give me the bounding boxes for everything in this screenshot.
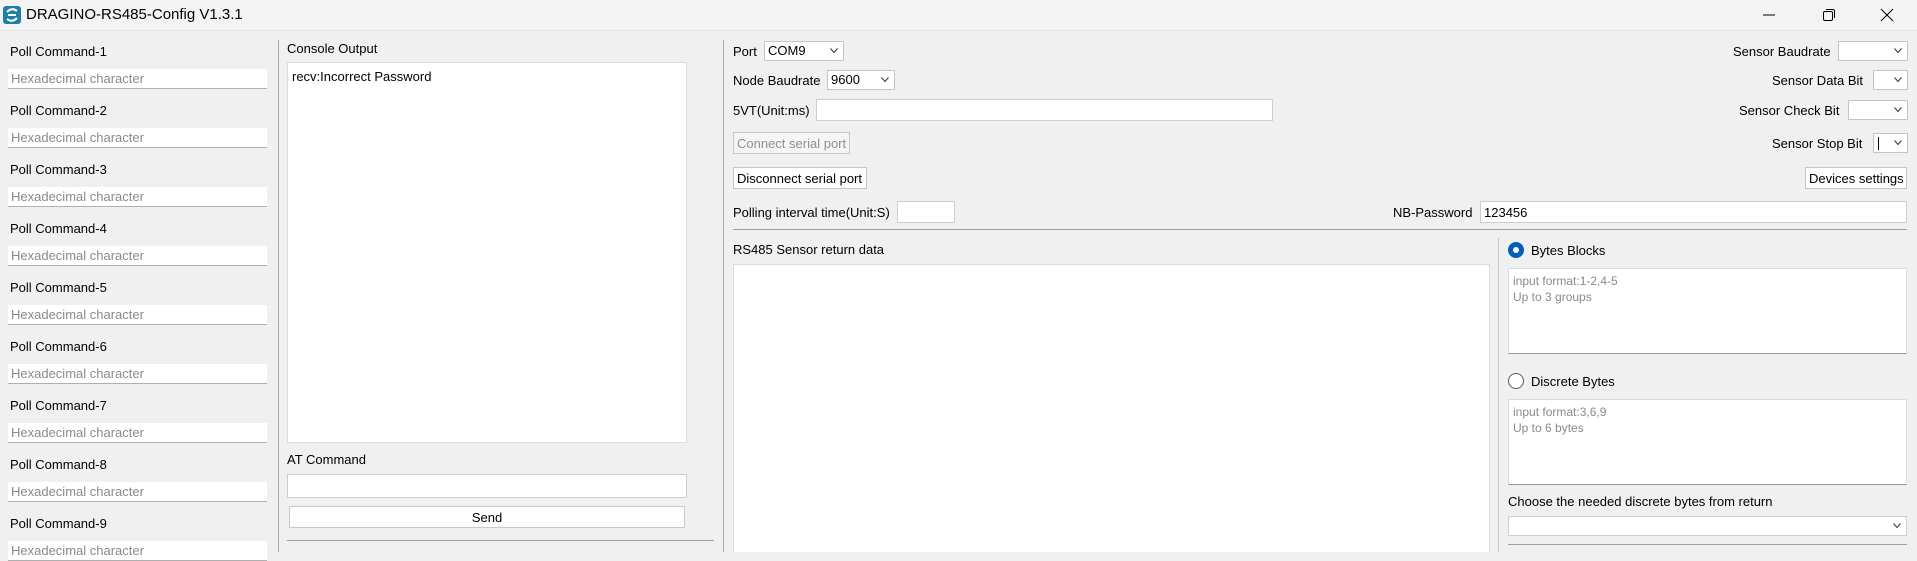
poll-command-5-label: Poll Command-5: [10, 280, 107, 295]
restore-button[interactable]: [1802, 0, 1856, 30]
console-output-box[interactable]: recv:Incorrect Password: [287, 62, 687, 443]
rs485-return-title: RS485 Sensor return data: [733, 242, 885, 257]
console-output-title: Console Output: [287, 41, 378, 56]
discrete-bytes-input[interactable]: input format:3,6,9 Up to 6 bytes: [1508, 399, 1907, 485]
poll-command-6-input[interactable]: [8, 364, 267, 384]
bytes-divider: [1498, 238, 1499, 552]
window-title: DRAGINO-RS485-Config V1.3.1: [26, 6, 243, 23]
chevron-down-icon: [830, 48, 838, 54]
chevron-down-icon: [881, 77, 889, 83]
port-value: COM9: [768, 43, 806, 58]
bytes-blocks-input[interactable]: input format:1-2,4-5 Up to 3 groups: [1508, 268, 1907, 354]
at-command-input[interactable]: [287, 474, 687, 498]
poll-command-1-label: Poll Command-1: [10, 44, 107, 59]
polling-interval-label: Polling interval time(Unit:S): [733, 205, 890, 220]
poll-command-8-label: Poll Command-8: [10, 457, 107, 472]
sensor-baudrate-select[interactable]: [1838, 41, 1908, 61]
discrete-bytes-radio[interactable]: [1508, 373, 1524, 389]
5vt-label: 5VT(Unit:ms): [733, 103, 810, 118]
nb-password-label: NB-Password: [1393, 205, 1473, 220]
restore-icon: [1823, 9, 1835, 21]
left-divider: [278, 40, 279, 552]
title-bar: DRAGINO-RS485-Config V1.3.1: [0, 0, 1917, 31]
bytes-blocks-radio[interactable]: [1508, 242, 1524, 258]
poll-command-5-input[interactable]: [8, 305, 267, 325]
send-button[interactable]: Send: [289, 506, 685, 528]
at-command-label: AT Command: [287, 452, 366, 467]
poll-command-4-label: Poll Command-4: [10, 221, 107, 236]
chevron-down-icon: [1893, 523, 1901, 529]
console-output-text: recv:Incorrect Password: [292, 69, 432, 84]
text-cursor: [1878, 137, 1879, 150]
connect-serial-port-button[interactable]: Connect serial port: [733, 132, 850, 154]
node-baudrate-label: Node Baudrate: [733, 73, 821, 88]
poll-command-6-label: Poll Command-6: [10, 339, 107, 354]
disconnect-serial-port-button[interactable]: Disconnect serial port: [733, 167, 867, 189]
poll-command-3-label: Poll Command-3: [10, 162, 107, 177]
sensor-baudrate-label: Sensor Baudrate: [1733, 44, 1831, 59]
poll-command-4-input[interactable]: [8, 246, 267, 266]
minimize-button[interactable]: [1742, 0, 1796, 30]
close-button[interactable]: [1860, 0, 1914, 30]
nb-password-input[interactable]: 123456: [1480, 201, 1907, 223]
dragino-logo-icon: [3, 6, 21, 24]
sensor-data-bit-label: Sensor Data Bit: [1772, 73, 1864, 88]
poll-command-7-input[interactable]: [8, 423, 267, 443]
poll-command-2-input[interactable]: [8, 128, 267, 148]
node-baudrate-value: 9600: [831, 72, 860, 87]
bytes-blocks-label: Bytes Blocks: [1531, 243, 1606, 258]
port-label: Port: [733, 44, 757, 59]
middle-divider: [723, 40, 724, 552]
poll-command-3-input[interactable]: [8, 187, 267, 207]
bytes-bottom-divider: [1508, 544, 1907, 545]
rs485-return-box[interactable]: [733, 264, 1490, 552]
sensor-check-bit-select[interactable]: [1848, 100, 1908, 120]
chevron-down-icon: [1894, 107, 1902, 113]
chevron-down-icon: [1894, 140, 1902, 146]
sensor-stop-bit-select[interactable]: [1873, 133, 1908, 153]
devices-settings-button[interactable]: Devices settings: [1805, 167, 1907, 189]
bytes-blocks-hint: input format:1-2,4-5 Up to 3 groups: [1513, 274, 1618, 304]
polling-interval-input[interactable]: [897, 201, 955, 223]
minimize-icon: [1763, 14, 1775, 16]
discrete-bytes-hint: input format:3,6,9 Up to 6 bytes: [1513, 405, 1607, 435]
console-bottom-divider: [287, 540, 714, 541]
sensor-stop-bit-label: Sensor Stop Bit: [1772, 136, 1863, 151]
sensor-check-bit-label: Sensor Check Bit: [1739, 103, 1840, 118]
poll-command-9-label: Poll Command-9: [10, 516, 107, 531]
config-bottom-divider: [733, 229, 1907, 230]
sensor-data-bit-select[interactable]: [1873, 70, 1908, 90]
5vt-input[interactable]: [816, 99, 1273, 121]
poll-command-9-input[interactable]: [8, 541, 267, 561]
poll-command-7-label: Poll Command-7: [10, 398, 107, 413]
chevron-down-icon: [1894, 77, 1902, 83]
discrete-bytes-label: Discrete Bytes: [1531, 374, 1615, 389]
discrete-bytes-select[interactable]: [1508, 516, 1907, 536]
node-baudrate-select[interactable]: 9600: [827, 70, 895, 90]
poll-command-8-input[interactable]: [8, 482, 267, 502]
close-icon: [1880, 8, 1894, 22]
poll-command-2-label: Poll Command-2: [10, 103, 107, 118]
chevron-down-icon: [1894, 48, 1902, 54]
port-select[interactable]: COM9: [764, 41, 844, 61]
choose-discrete-bytes-label: Choose the needed discrete bytes from re…: [1508, 494, 1773, 509]
poll-command-1-input[interactable]: [8, 69, 267, 89]
